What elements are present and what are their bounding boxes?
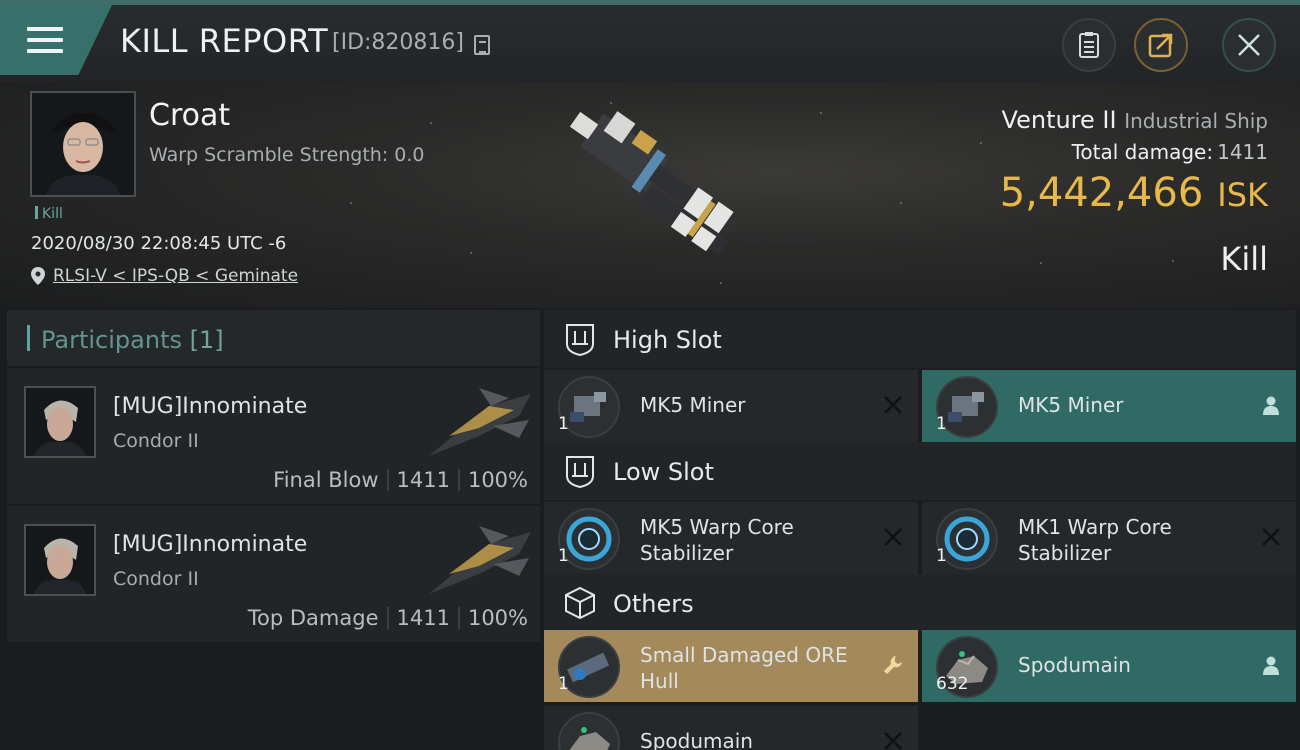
module-quantity: 1 — [936, 546, 947, 566]
module-quantity: 632 — [936, 674, 969, 694]
cargo-box-icon — [565, 586, 595, 620]
high-slot-icon — [566, 324, 594, 356]
total-damage: Total damage: 1411 — [1072, 140, 1268, 164]
module-quantity: 1 — [558, 414, 569, 434]
participants-header: Participants [1] — [7, 310, 540, 366]
avatar — [26, 388, 94, 456]
participant-avatar — [24, 524, 96, 596]
module-name: MK1 Warp Core Stabilizer — [1018, 515, 1172, 565]
kill-tag: Kill — [35, 206, 63, 222]
destroyed-x-icon — [1262, 528, 1280, 546]
participants-count: [1] — [189, 326, 224, 354]
module-item[interactable]: 1 MK5 Warp Core Stabilizer — [544, 502, 918, 574]
destroyed-x-icon — [884, 732, 902, 750]
others-header: Others — [544, 574, 1296, 632]
close-icon — [1238, 34, 1260, 56]
spodumain-ore-icon — [558, 712, 620, 750]
participant-percent: 100% — [467, 468, 528, 492]
module-name: Small Damaged ORE Hull — [640, 643, 848, 693]
low-slot-icon — [566, 456, 594, 488]
participants-title: Participants [1] — [41, 326, 224, 354]
participants-panel: Participants [1] [MUG]Innominate Condor … — [0, 308, 540, 750]
kill-location[interactable]: RLSI-V < IPS-QB < Geminate — [31, 266, 298, 286]
others-label: Others — [613, 590, 694, 618]
location-pin-icon — [31, 267, 45, 285]
header-accent-line — [0, 0, 1300, 5]
participants-label: Participants — [41, 326, 182, 354]
participant-name[interactable]: [MUG]Innominate — [113, 394, 307, 419]
menu-icon — [27, 27, 63, 60]
fitting-panel: High Slot 1 MK5 Miner 1 MK5 Miner Low Sl… — [540, 308, 1300, 750]
low-slot-label: Low Slot — [613, 458, 714, 486]
module-quantity: 1 — [936, 414, 947, 434]
module-name: MK5 Miner — [640, 393, 746, 417]
wrench-icon — [884, 656, 902, 674]
participant-ship: Condor II — [113, 568, 199, 590]
participant-damage: 1411 — [396, 606, 450, 630]
module-item[interactable]: Spodumain — [544, 706, 918, 750]
location-link[interactable]: RLSI-V < IPS-QB < Geminate — [53, 266, 298, 286]
kill-datetime: 2020/08/30 22:08:45 UTC -6 — [31, 233, 287, 254]
total-damage-value: 1411 — [1217, 140, 1268, 164]
isk-value: 5,442,466 ISK — [1000, 170, 1268, 216]
participant-row[interactable]: [MUG]Innominate Condor II Top Damage 1411… — [7, 506, 540, 642]
module-item[interactable]: 1 MK5 Miner — [544, 370, 918, 442]
share-icon — [1148, 33, 1173, 58]
total-damage-label: Total damage: — [1071, 140, 1214, 164]
header-indicator — [27, 325, 30, 351]
module-item[interactable]: 1 Small Damaged ORE Hull — [544, 630, 918, 702]
ship-class: Industrial Ship — [1124, 109, 1268, 133]
warp-scramble-strength: Warp Scramble Strength: 0.0 — [149, 144, 425, 166]
module-item[interactable]: 632 Spodumain — [922, 630, 1296, 702]
isk-amount: 5,442,466 — [999, 170, 1204, 216]
participant-role: Top Damage — [247, 606, 379, 630]
module-item[interactable]: 1 MK1 Warp Core Stabilizer — [922, 502, 1296, 574]
module-quantity: 1 — [558, 674, 569, 694]
destroyed-x-icon — [884, 528, 902, 546]
participant-stats: Final Blow 1411 100% — [273, 468, 528, 492]
high-slot-header: High Slot — [544, 310, 1296, 368]
clipboard-button[interactable] — [1062, 18, 1116, 72]
module-name: Spodumain — [1018, 653, 1131, 677]
person-icon — [1263, 396, 1279, 415]
participant-name[interactable]: [MUG]Innominate — [113, 532, 307, 557]
low-slot-header: Low Slot — [544, 442, 1296, 500]
participant-stats: Top Damage 1411 100% — [248, 606, 528, 630]
module-name: MK5 Miner — [1018, 393, 1124, 417]
report-id: [ID:820816] — [332, 30, 464, 55]
module-item[interactable]: 1 MK5 Miner — [922, 370, 1296, 442]
avatar — [32, 93, 134, 195]
victim-ship[interactable]: Venture II Industrial Ship — [1002, 106, 1268, 134]
participant-percent: 100% — [467, 606, 528, 630]
menu-button[interactable] — [0, 5, 112, 75]
participant-role: Final Blow — [273, 468, 379, 492]
victim-portrait[interactable] — [30, 91, 136, 197]
module-quantity: 1 — [558, 546, 569, 566]
destroyed-x-icon — [884, 396, 902, 414]
person-icon — [1263, 656, 1279, 675]
participant-ship-render — [429, 388, 531, 456]
copy-icon[interactable] — [474, 35, 490, 55]
close-button[interactable] — [1222, 18, 1276, 72]
isk-unit: ISK — [1217, 176, 1268, 214]
report-kind: Kill — [1220, 240, 1268, 278]
victim-summary: Croat Warp Scramble Strength: 0.0 Kill 2… — [0, 82, 1300, 308]
module-name: MK5 Warp Core Stabilizer — [640, 515, 794, 565]
header-bar: KILL REPORT [ID:820816] — [0, 0, 1300, 82]
high-slot-label: High Slot — [613, 326, 722, 354]
clipboard-icon — [1079, 32, 1099, 58]
participant-row[interactable]: [MUG]Innominate Condor II Final Blow 1411… — [7, 368, 540, 504]
participant-ship: Condor II — [113, 430, 199, 452]
victim-name[interactable]: Croat — [149, 98, 230, 133]
avatar — [26, 526, 94, 594]
participant-avatar — [24, 386, 96, 458]
ship-name: Venture II — [1001, 106, 1117, 134]
participant-damage: 1411 — [396, 468, 450, 492]
module-name: Spodumain — [640, 729, 753, 750]
victim-ship-render — [569, 111, 737, 255]
participant-ship-render — [429, 526, 531, 594]
share-button[interactable] — [1134, 18, 1188, 72]
page-title: KILL REPORT — [120, 22, 329, 60]
